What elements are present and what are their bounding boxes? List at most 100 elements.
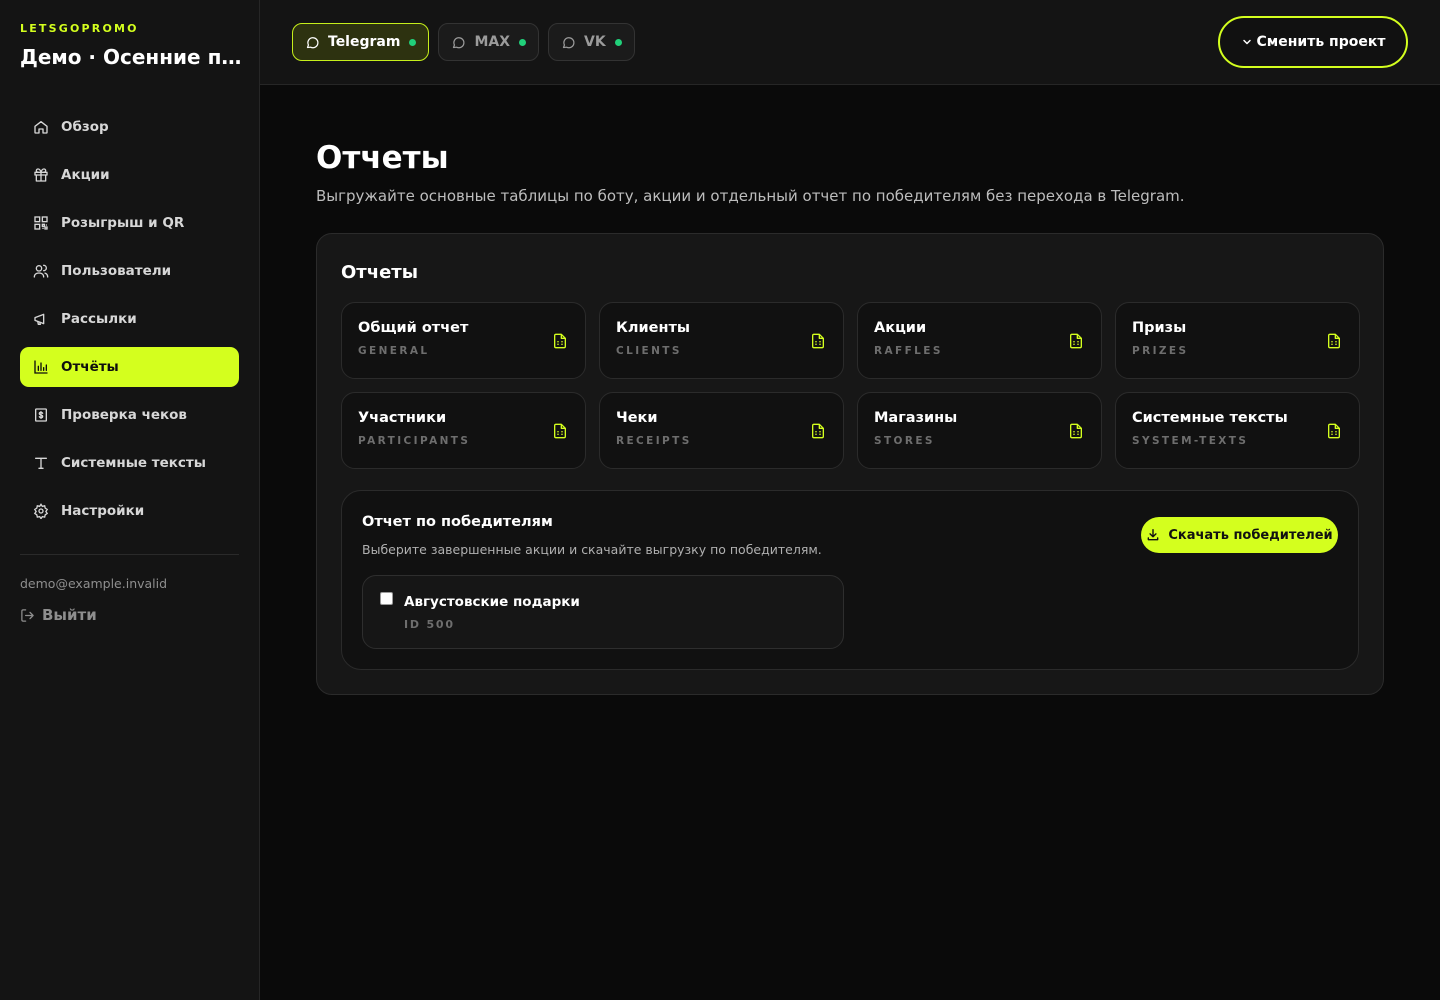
topbar: Telegram MAX VK Сменить проект <box>260 0 1440 85</box>
spreadsheet-file-icon <box>810 332 826 350</box>
project-title: Демо · Осенние п... <box>20 45 242 69</box>
report-name: Общий отчет <box>358 320 469 336</box>
report-code: RECEIPTS <box>616 435 692 447</box>
report-code: GENERAL <box>358 345 430 357</box>
sidebar-divider <box>20 554 239 555</box>
user-email: demo@example.invalid <box>20 576 168 591</box>
spreadsheet-file-icon <box>1326 422 1342 440</box>
sidebar: LETSGOPROMO Демо · Осенние п... Обзор Ак… <box>0 0 260 1000</box>
sidebar-item-promotions[interactable]: Акции <box>20 155 239 195</box>
brand-kicker: LETSGOPROMO <box>20 22 139 35</box>
report-card-raffles[interactable]: Акции RAFFLES <box>857 302 1102 379</box>
chat-bubble-icon <box>451 35 466 50</box>
sidebar-item-users[interactable]: Пользователи <box>20 251 239 291</box>
report-card-clients[interactable]: Клиенты CLIENTS <box>599 302 844 379</box>
report-name: Системные тексты <box>1132 410 1288 426</box>
spreadsheet-file-icon <box>810 422 826 440</box>
sidebar-item-label: Настройки <box>61 503 145 519</box>
report-code: PRIZES <box>1132 345 1189 357</box>
panel-title: Отчеты <box>341 262 419 283</box>
status-dot-online <box>614 38 622 46</box>
sidebar-item-label: Акции <box>61 167 110 183</box>
spreadsheet-file-icon <box>552 422 568 440</box>
chevron-down-icon <box>1241 36 1253 48</box>
sidebar-item-label: Пользователи <box>61 263 172 279</box>
sidebar-item-label: Проверка чеков <box>61 407 187 423</box>
report-card-system-texts[interactable]: Системные тексты SYSTEM-TEXTS <box>1115 392 1360 469</box>
page-title: Отчеты <box>316 140 449 176</box>
sidebar-item-system-texts[interactable]: Системные тексты <box>20 443 239 483</box>
home-icon <box>32 118 50 136</box>
winners-title: Отчет по победителям <box>362 514 553 530</box>
sidebar-item-raffle-qr[interactable]: Розыгрыш и QR <box>20 203 239 243</box>
raffle-name: Августовские подарки <box>404 594 580 610</box>
sidebar-item-label: Розыгрыш и QR <box>61 215 185 231</box>
report-code: PARTICIPANTS <box>358 435 471 447</box>
app-root: LETSGOPROMO Демо · Осенние п... Обзор Ак… <box>0 0 1440 1000</box>
qr-icon <box>32 214 50 232</box>
megaphone-icon <box>32 310 50 328</box>
sidebar-item-settings[interactable]: Настройки <box>20 491 239 531</box>
report-code: CLIENTS <box>616 345 682 357</box>
spreadsheet-file-icon <box>1068 332 1084 350</box>
winners-report-section: Отчет по победителям Выберите завершенны… <box>341 490 1359 670</box>
spreadsheet-file-icon <box>1326 332 1342 350</box>
bar-chart-icon <box>32 358 50 376</box>
receipt-icon <box>32 406 50 424</box>
download-winners-button[interactable]: Скачать победителей <box>1141 517 1338 553</box>
gear-icon <box>32 502 50 520</box>
sidebar-nav: Обзор Акции Розыгрыш и QR Пользователи Р… <box>20 107 239 539</box>
raffle-checkbox[interactable] <box>380 592 393 605</box>
report-name: Чеки <box>616 410 658 426</box>
channel-label: MAX <box>474 34 511 50</box>
type-icon <box>32 454 50 472</box>
reports-grid: Общий отчет GENERAL Клиенты CLIENTS Акци… <box>341 302 1360 469</box>
sidebar-item-label: Отчёты <box>61 359 119 375</box>
channel-switcher: Telegram MAX VK <box>292 23 635 61</box>
raffle-select-item[interactable]: Августовские подарки ID 500 <box>362 575 844 649</box>
sidebar-item-receipt-check[interactable]: Проверка чеков <box>20 395 239 435</box>
sidebar-item-overview[interactable]: Обзор <box>20 107 239 147</box>
switch-project-label: Сменить проект <box>1256 34 1386 50</box>
download-winners-label: Скачать победителей <box>1168 527 1333 543</box>
switch-project-button[interactable]: Сменить проект <box>1218 16 1408 68</box>
page-subtitle: Выгружайте основные таблицы по боту, акц… <box>316 187 1185 205</box>
channel-label: Telegram <box>328 34 401 50</box>
status-dot-online <box>519 38 527 46</box>
channel-label: VK <box>584 34 606 50</box>
channel-tab-telegram[interactable]: Telegram <box>292 23 430 61</box>
winners-description: Выберите завершенные акции и скачайте вы… <box>362 542 822 557</box>
sidebar-item-label: Рассылки <box>61 311 137 327</box>
report-card-stores[interactable]: Магазины STORES <box>857 392 1102 469</box>
report-name: Призы <box>1132 320 1187 336</box>
reports-panel: Отчеты Общий отчет GENERAL Клиенты CLIEN… <box>316 233 1384 695</box>
sidebar-item-mailings[interactable]: Рассылки <box>20 299 239 339</box>
report-card-prizes[interactable]: Призы PRIZES <box>1115 302 1360 379</box>
spreadsheet-file-icon <box>552 332 568 350</box>
raffle-id: ID 500 <box>404 618 455 631</box>
sidebar-item-label: Системные тексты <box>61 455 206 471</box>
download-icon <box>1146 528 1160 542</box>
status-dot-online <box>409 38 417 46</box>
logout-button[interactable]: Выйти <box>20 606 97 624</box>
chat-bubble-icon <box>561 35 576 50</box>
report-code: SYSTEM-TEXTS <box>1132 435 1249 447</box>
report-name: Участники <box>358 410 447 426</box>
sidebar-item-label: Обзор <box>61 119 109 135</box>
users-icon <box>32 262 50 280</box>
report-name: Акции <box>874 320 927 336</box>
logout-label: Выйти <box>42 606 97 624</box>
channel-tab-max[interactable]: MAX <box>438 23 540 61</box>
logout-icon <box>20 608 35 623</box>
report-code: STORES <box>874 435 935 447</box>
report-code: RAFFLES <box>874 345 943 357</box>
report-name: Магазины <box>874 410 958 426</box>
sidebar-item-reports[interactable]: Отчёты <box>20 347 239 387</box>
gift-icon <box>32 166 50 184</box>
spreadsheet-file-icon <box>1068 422 1084 440</box>
chat-bubble-icon <box>305 35 320 50</box>
report-card-receipts[interactable]: Чеки RECEIPTS <box>599 392 844 469</box>
report-card-participants[interactable]: Участники PARTICIPANTS <box>341 392 586 469</box>
report-card-general[interactable]: Общий отчет GENERAL <box>341 302 586 379</box>
channel-tab-vk[interactable]: VK <box>548 23 635 61</box>
